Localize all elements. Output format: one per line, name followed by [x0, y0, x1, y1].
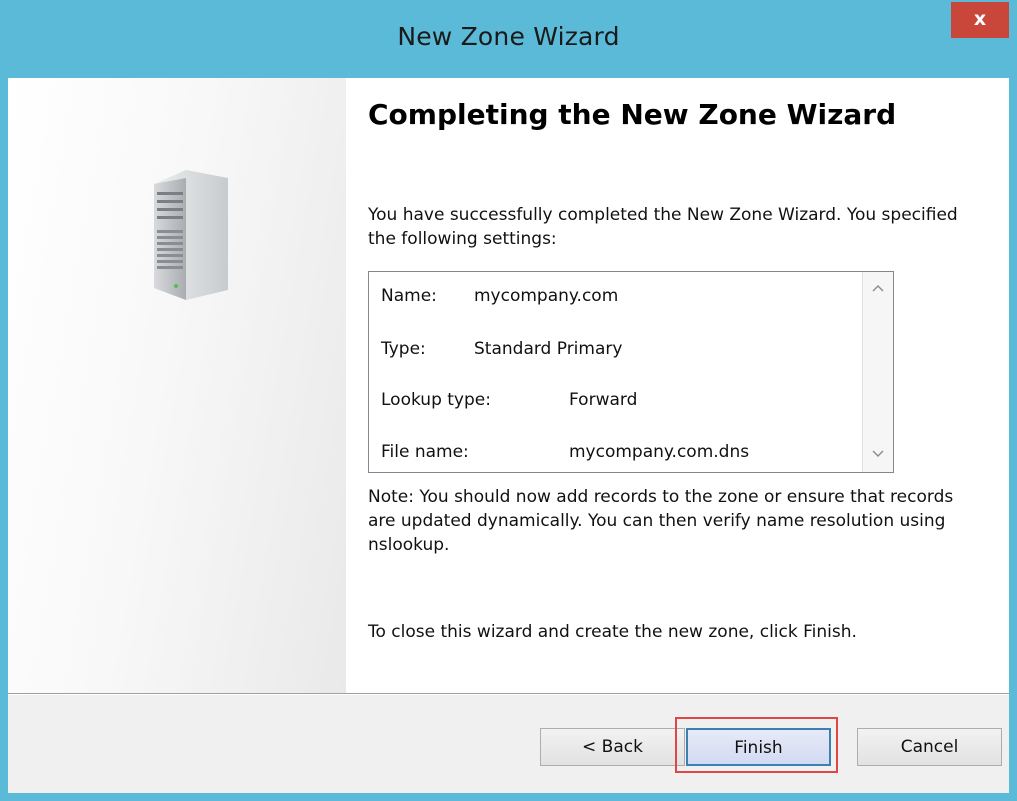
- wizard-window: New Zone Wizard x Completing the New Zon…: [0, 0, 1017, 801]
- setting-value: mycompany.com.dns: [569, 442, 750, 462]
- page-title: Completing the New Zone Wizard: [368, 98, 897, 131]
- window-title: New Zone Wizard: [397, 22, 620, 51]
- settings-summary-list[interactable]: Name: mycompany.com Type: Standard Prima…: [368, 271, 894, 473]
- footer-divider-highlight: [8, 694, 1009, 695]
- chevron-up-icon: [872, 285, 884, 292]
- vertical-scrollbar[interactable]: [862, 272, 893, 472]
- wizard-content: Completing the New Zone Wizard You have …: [346, 78, 1009, 693]
- setting-label: Lookup type:: [381, 390, 491, 410]
- intro-text: You have successfully completed the New …: [368, 205, 958, 249]
- wizard-side-panel: [8, 78, 346, 693]
- scroll-up-button[interactable]: [863, 276, 893, 304]
- chevron-down-icon: [872, 450, 884, 457]
- server-icon: [154, 170, 228, 300]
- cancel-button[interactable]: Cancel: [857, 728, 1002, 766]
- wizard-client-area: Completing the New Zone Wizard You have …: [8, 78, 1009, 793]
- closing-text: To close this wizard and create the new …: [368, 622, 857, 642]
- close-icon: x: [973, 8, 987, 30]
- note-text: Note: You should now add records to the …: [368, 487, 954, 555]
- setting-label: Name:: [381, 286, 437, 306]
- setting-value: Forward: [569, 390, 638, 410]
- title-bar: New Zone Wizard x: [8, 0, 1009, 78]
- setting-label: File name:: [381, 442, 469, 462]
- close-button[interactable]: x: [951, 2, 1009, 38]
- finish-button[interactable]: Finish: [686, 728, 831, 766]
- setting-value: mycompany.com: [474, 286, 619, 306]
- back-button[interactable]: < Back: [540, 728, 685, 766]
- scroll-down-button[interactable]: [863, 442, 893, 470]
- setting-label: Type:: [381, 339, 426, 359]
- setting-value: Standard Primary: [474, 339, 623, 359]
